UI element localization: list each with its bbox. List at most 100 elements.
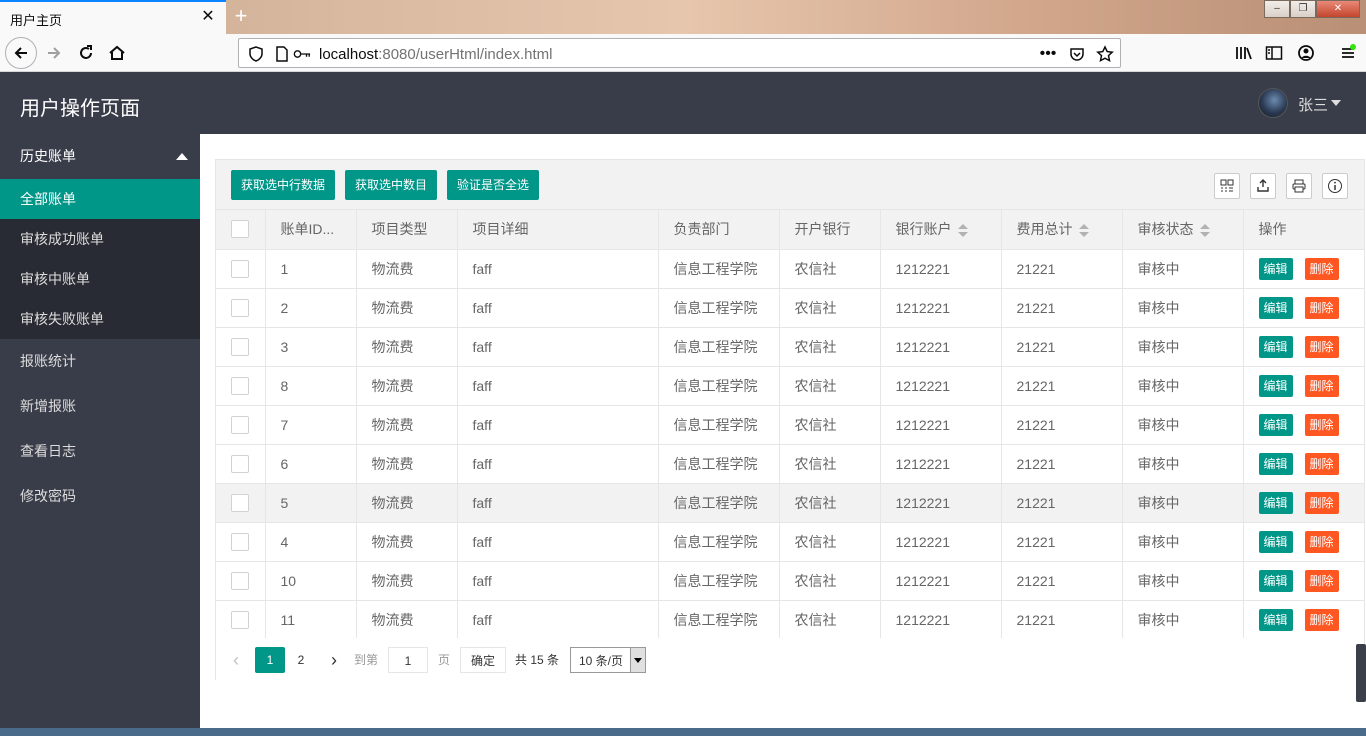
get-selected-rows-button[interactable]: 获取选中行数据 [231, 170, 336, 200]
sidebar-item-change-password[interactable]: 修改密码 [0, 474, 200, 519]
table-row[interactable]: 11 物流费 faff 信息工程学院 农信社 1212221 21221 审核中 编辑 删除 [216, 600, 1364, 640]
sort-icon[interactable] [957, 223, 968, 238]
edit-button[interactable]: 编辑 [1258, 530, 1293, 553]
delete-button[interactable]: 删除 [1304, 257, 1339, 280]
table-row[interactable]: 5 物流费 faff 信息工程学院 农信社 1212221 21221 审核中 编辑 删除 [216, 483, 1364, 523]
sidebar-item-statistics[interactable]: 报账统计 [0, 339, 200, 384]
goto-page-input[interactable]: 1 [388, 647, 428, 673]
select-all-checkbox[interactable] [231, 220, 249, 239]
delete-button[interactable]: 删除 [1304, 530, 1339, 553]
sidebar-group-history-bills[interactable]: 历史账单 [0, 134, 200, 179]
cell-actions: 编辑 删除 [1243, 444, 1364, 484]
delete-button[interactable]: 删除 [1304, 491, 1339, 514]
close-tab-icon[interactable]: ✕ [199, 8, 217, 26]
table-row[interactable]: 3 物流费 faff 信息工程学院 农信社 1212221 21221 审核中 编辑 删除 [216, 327, 1364, 367]
sidebar-item-new-claim[interactable]: 新增报账 [0, 384, 200, 429]
reload-button[interactable] [72, 39, 100, 67]
user-avatar[interactable] [1258, 88, 1288, 118]
delete-button[interactable]: 删除 [1304, 374, 1339, 397]
edit-button[interactable]: 编辑 [1258, 491, 1293, 514]
row-checkbox[interactable] [231, 259, 249, 278]
page-2-button[interactable]: 2 [290, 647, 312, 673]
table-row[interactable]: 7 物流费 faff 信息工程学院 农信社 1212221 21221 审核中 编辑 删除 [216, 405, 1364, 445]
cell-bill-id: 10 [265, 561, 357, 601]
row-checkbox[interactable] [231, 298, 249, 317]
next-page-button[interactable]: › [326, 647, 342, 673]
edit-button[interactable]: 编辑 [1258, 608, 1293, 631]
row-checkbox[interactable] [231, 337, 249, 356]
username[interactable]: 张三 [1298, 94, 1328, 115]
sidebar-item-approved-bills[interactable]: 审核成功账单 [0, 219, 200, 259]
delete-button[interactable]: 删除 [1304, 335, 1339, 358]
column-header-total[interactable]: 费用总计 [1001, 210, 1123, 250]
new-tab-button[interactable]: + [230, 3, 252, 29]
account-button[interactable] [1292, 39, 1320, 67]
row-checkbox[interactable] [231, 493, 249, 512]
row-checkbox[interactable] [231, 571, 249, 590]
sidebar-item-pending-bills[interactable]: 审核中账单 [0, 259, 200, 299]
edit-button[interactable]: 编辑 [1258, 452, 1293, 475]
table-row[interactable]: 10 物流费 faff 信息工程学院 农信社 1212221 21221 审核中 编辑 删除 [216, 561, 1364, 601]
sort-icon[interactable] [1199, 223, 1210, 238]
delete-button[interactable]: 删除 [1304, 296, 1339, 319]
row-checkbox[interactable] [231, 610, 249, 629]
table-row[interactable]: 2 物流费 faff 信息工程学院 农信社 1212221 21221 审核中 编辑 删除 [216, 288, 1364, 328]
bookmark-star-icon[interactable] [1096, 45, 1114, 63]
url-bar[interactable]: localhost:8080/userHtml/index.html ••• [238, 38, 1121, 68]
sidebar-item-rejected-bills[interactable]: 审核失败账单 [0, 299, 200, 339]
table-row[interactable]: 1 物流费 faff 信息工程学院 农信社 1212221 21221 审核中 编辑 删除 [216, 249, 1364, 289]
column-header-bill-id[interactable]: 账单ID... [265, 210, 357, 250]
table-row[interactable]: 4 物流费 faff 信息工程学院 农信社 1212221 21221 审核中 编辑 删除 [216, 522, 1364, 562]
edit-button[interactable]: 编辑 [1258, 335, 1293, 358]
close-window-button[interactable]: ✕ [1316, 0, 1360, 18]
browser-tab[interactable]: 用户主页 ✕ [0, 0, 226, 34]
menu-button[interactable] [1334, 39, 1362, 67]
delete-button[interactable]: 删除 [1304, 608, 1339, 631]
delete-button[interactable]: 删除 [1304, 452, 1339, 475]
home-button[interactable] [103, 39, 131, 67]
column-header-account[interactable]: 银行账户 [880, 210, 1002, 250]
sidebar-item-all-bills[interactable]: 全部账单 [0, 179, 200, 219]
cell-account: 1212221 [880, 600, 1002, 640]
goto-suffix-label: 页 [438, 653, 451, 667]
page-1-button[interactable]: 1 [255, 647, 285, 673]
caret-down-icon[interactable] [1331, 100, 1341, 106]
minimize-button[interactable]: – [1264, 0, 1290, 18]
page-actions-icon[interactable]: ••• [1039, 45, 1057, 63]
delete-button[interactable]: 删除 [1304, 413, 1339, 436]
sort-icon[interactable] [1078, 223, 1089, 238]
back-button[interactable] [5, 37, 37, 69]
info-icon[interactable] [1322, 173, 1348, 199]
sidebar-toggle-button[interactable] [1260, 39, 1288, 67]
scrollbar-handle[interactable] [1356, 644, 1366, 702]
pocket-icon[interactable] [1068, 45, 1086, 63]
print-icon[interactable] [1286, 173, 1312, 199]
delete-button[interactable]: 删除 [1304, 569, 1339, 592]
row-checkbox[interactable] [231, 376, 249, 395]
edit-button[interactable]: 编辑 [1258, 296, 1293, 319]
forward-button[interactable] [40, 39, 68, 67]
table-row[interactable]: 8 物流费 faff 信息工程学院 农信社 1212221 21221 审核中 编辑 删除 [216, 366, 1364, 406]
column-header-status[interactable]: 审核状态 [1122, 210, 1244, 250]
page-size-select[interactable]: 10 条/页 [570, 647, 646, 673]
export-icon[interactable] [1250, 173, 1276, 199]
cell-status: 审核中 [1122, 444, 1244, 484]
edit-button[interactable]: 编辑 [1258, 569, 1293, 592]
get-selected-count-button[interactable]: 获取选中数目 [345, 170, 438, 200]
sidebar-item-logs[interactable]: 查看日志 [0, 429, 200, 474]
cell-account: 1212221 [880, 483, 1002, 523]
row-checkbox[interactable] [231, 415, 249, 434]
library-button[interactable] [1230, 39, 1258, 67]
columns-icon[interactable] [1214, 173, 1240, 199]
edit-button[interactable]: 编辑 [1258, 374, 1293, 397]
prev-page-button[interactable]: ‹ [228, 647, 244, 673]
shield-icon[interactable] [247, 45, 265, 63]
check-all-selected-button[interactable]: 验证是否全选 [447, 170, 540, 200]
table-row[interactable]: 6 物流费 faff 信息工程学院 农信社 1212221 21221 审核中 编辑 删除 [216, 444, 1364, 484]
restore-button[interactable]: ❐ [1290, 0, 1316, 18]
edit-button[interactable]: 编辑 [1258, 257, 1293, 280]
goto-confirm-button[interactable]: 确定 [460, 647, 507, 673]
row-checkbox[interactable] [231, 454, 249, 473]
edit-button[interactable]: 编辑 [1258, 413, 1293, 436]
row-checkbox[interactable] [231, 532, 249, 551]
